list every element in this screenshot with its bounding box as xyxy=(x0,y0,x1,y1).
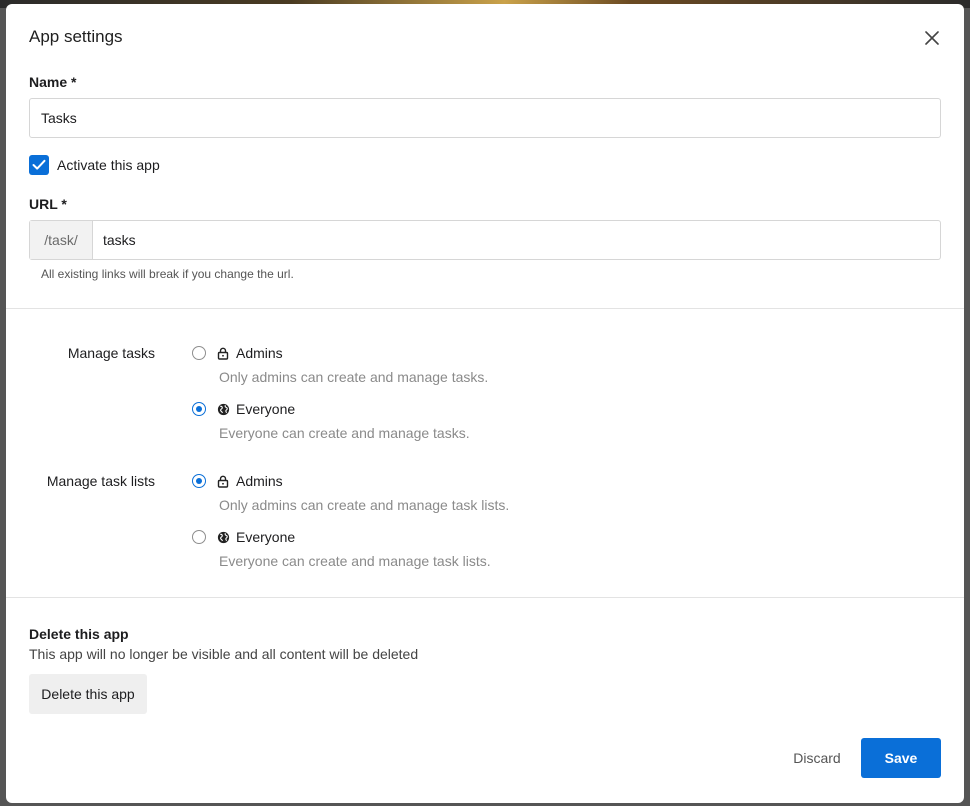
name-input[interactable] xyxy=(29,98,941,138)
manage-task-lists-everyone-description: Everyone can create and manage task list… xyxy=(219,553,491,569)
manage-tasks-admins-label: Admins xyxy=(236,345,283,361)
manage-task-lists-admins-label: Admins xyxy=(236,473,283,489)
manage-task-lists-option-admins[interactable]: Admins xyxy=(192,473,283,489)
url-field-label: URL * xyxy=(29,196,67,212)
url-help-text: All existing links will break if you cha… xyxy=(41,267,294,281)
manage-tasks-everyone-description: Everyone can create and manage tasks. xyxy=(219,425,470,441)
manage-task-lists-option-everyone[interactable]: Everyone xyxy=(192,529,295,545)
manage-tasks-admins-description: Only admins can create and manage tasks. xyxy=(219,369,489,385)
lock-icon xyxy=(216,346,230,360)
save-button[interactable]: Save xyxy=(861,738,941,778)
url-input[interactable] xyxy=(93,221,940,259)
manage-task-lists-admins-radio[interactable] xyxy=(192,474,206,488)
manage-tasks-admins-radio[interactable] xyxy=(192,346,206,360)
delete-section-title: Delete this app xyxy=(29,626,129,642)
activate-app-checkbox[interactable] xyxy=(29,155,49,175)
globe-icon xyxy=(216,530,230,544)
app-settings-dialog: App settings Name * Activate this app UR… xyxy=(6,4,964,803)
manage-task-lists-admins-description: Only admins can create and manage task l… xyxy=(219,497,510,513)
manage-tasks-option-admins[interactable]: Admins xyxy=(192,345,283,361)
delete-app-button[interactable]: Delete this app xyxy=(29,674,147,714)
section-divider xyxy=(6,308,964,309)
activate-app-checkbox-row[interactable]: Activate this app xyxy=(29,155,160,175)
activate-app-label: Activate this app xyxy=(57,157,160,173)
manage-task-lists-everyone-label: Everyone xyxy=(236,529,296,545)
section-divider xyxy=(6,597,964,598)
close-button[interactable] xyxy=(922,28,942,48)
dialog-title: App settings xyxy=(29,27,123,46)
manage-task-lists-label: Manage task lists xyxy=(46,473,155,489)
name-field-label: Name * xyxy=(29,74,77,90)
manage-tasks-option-everyone[interactable]: Everyone xyxy=(192,401,295,417)
discard-button[interactable]: Discard xyxy=(782,738,852,778)
manage-tasks-label: Manage tasks xyxy=(67,345,155,361)
delete-section-description: This app will no longer be visible and a… xyxy=(29,646,419,662)
globe-icon xyxy=(216,402,230,416)
checkmark-icon xyxy=(32,159,46,170)
manage-tasks-everyone-label: Everyone xyxy=(236,401,296,417)
manage-task-lists-everyone-radio[interactable] xyxy=(192,530,206,544)
url-prefix: /task/ xyxy=(30,221,93,259)
dialog-header: App settings xyxy=(6,4,964,70)
manage-tasks-everyone-radio[interactable] xyxy=(192,402,206,416)
close-icon xyxy=(925,31,939,45)
lock-icon xyxy=(216,474,230,488)
url-input-group: /task/ xyxy=(29,220,941,260)
